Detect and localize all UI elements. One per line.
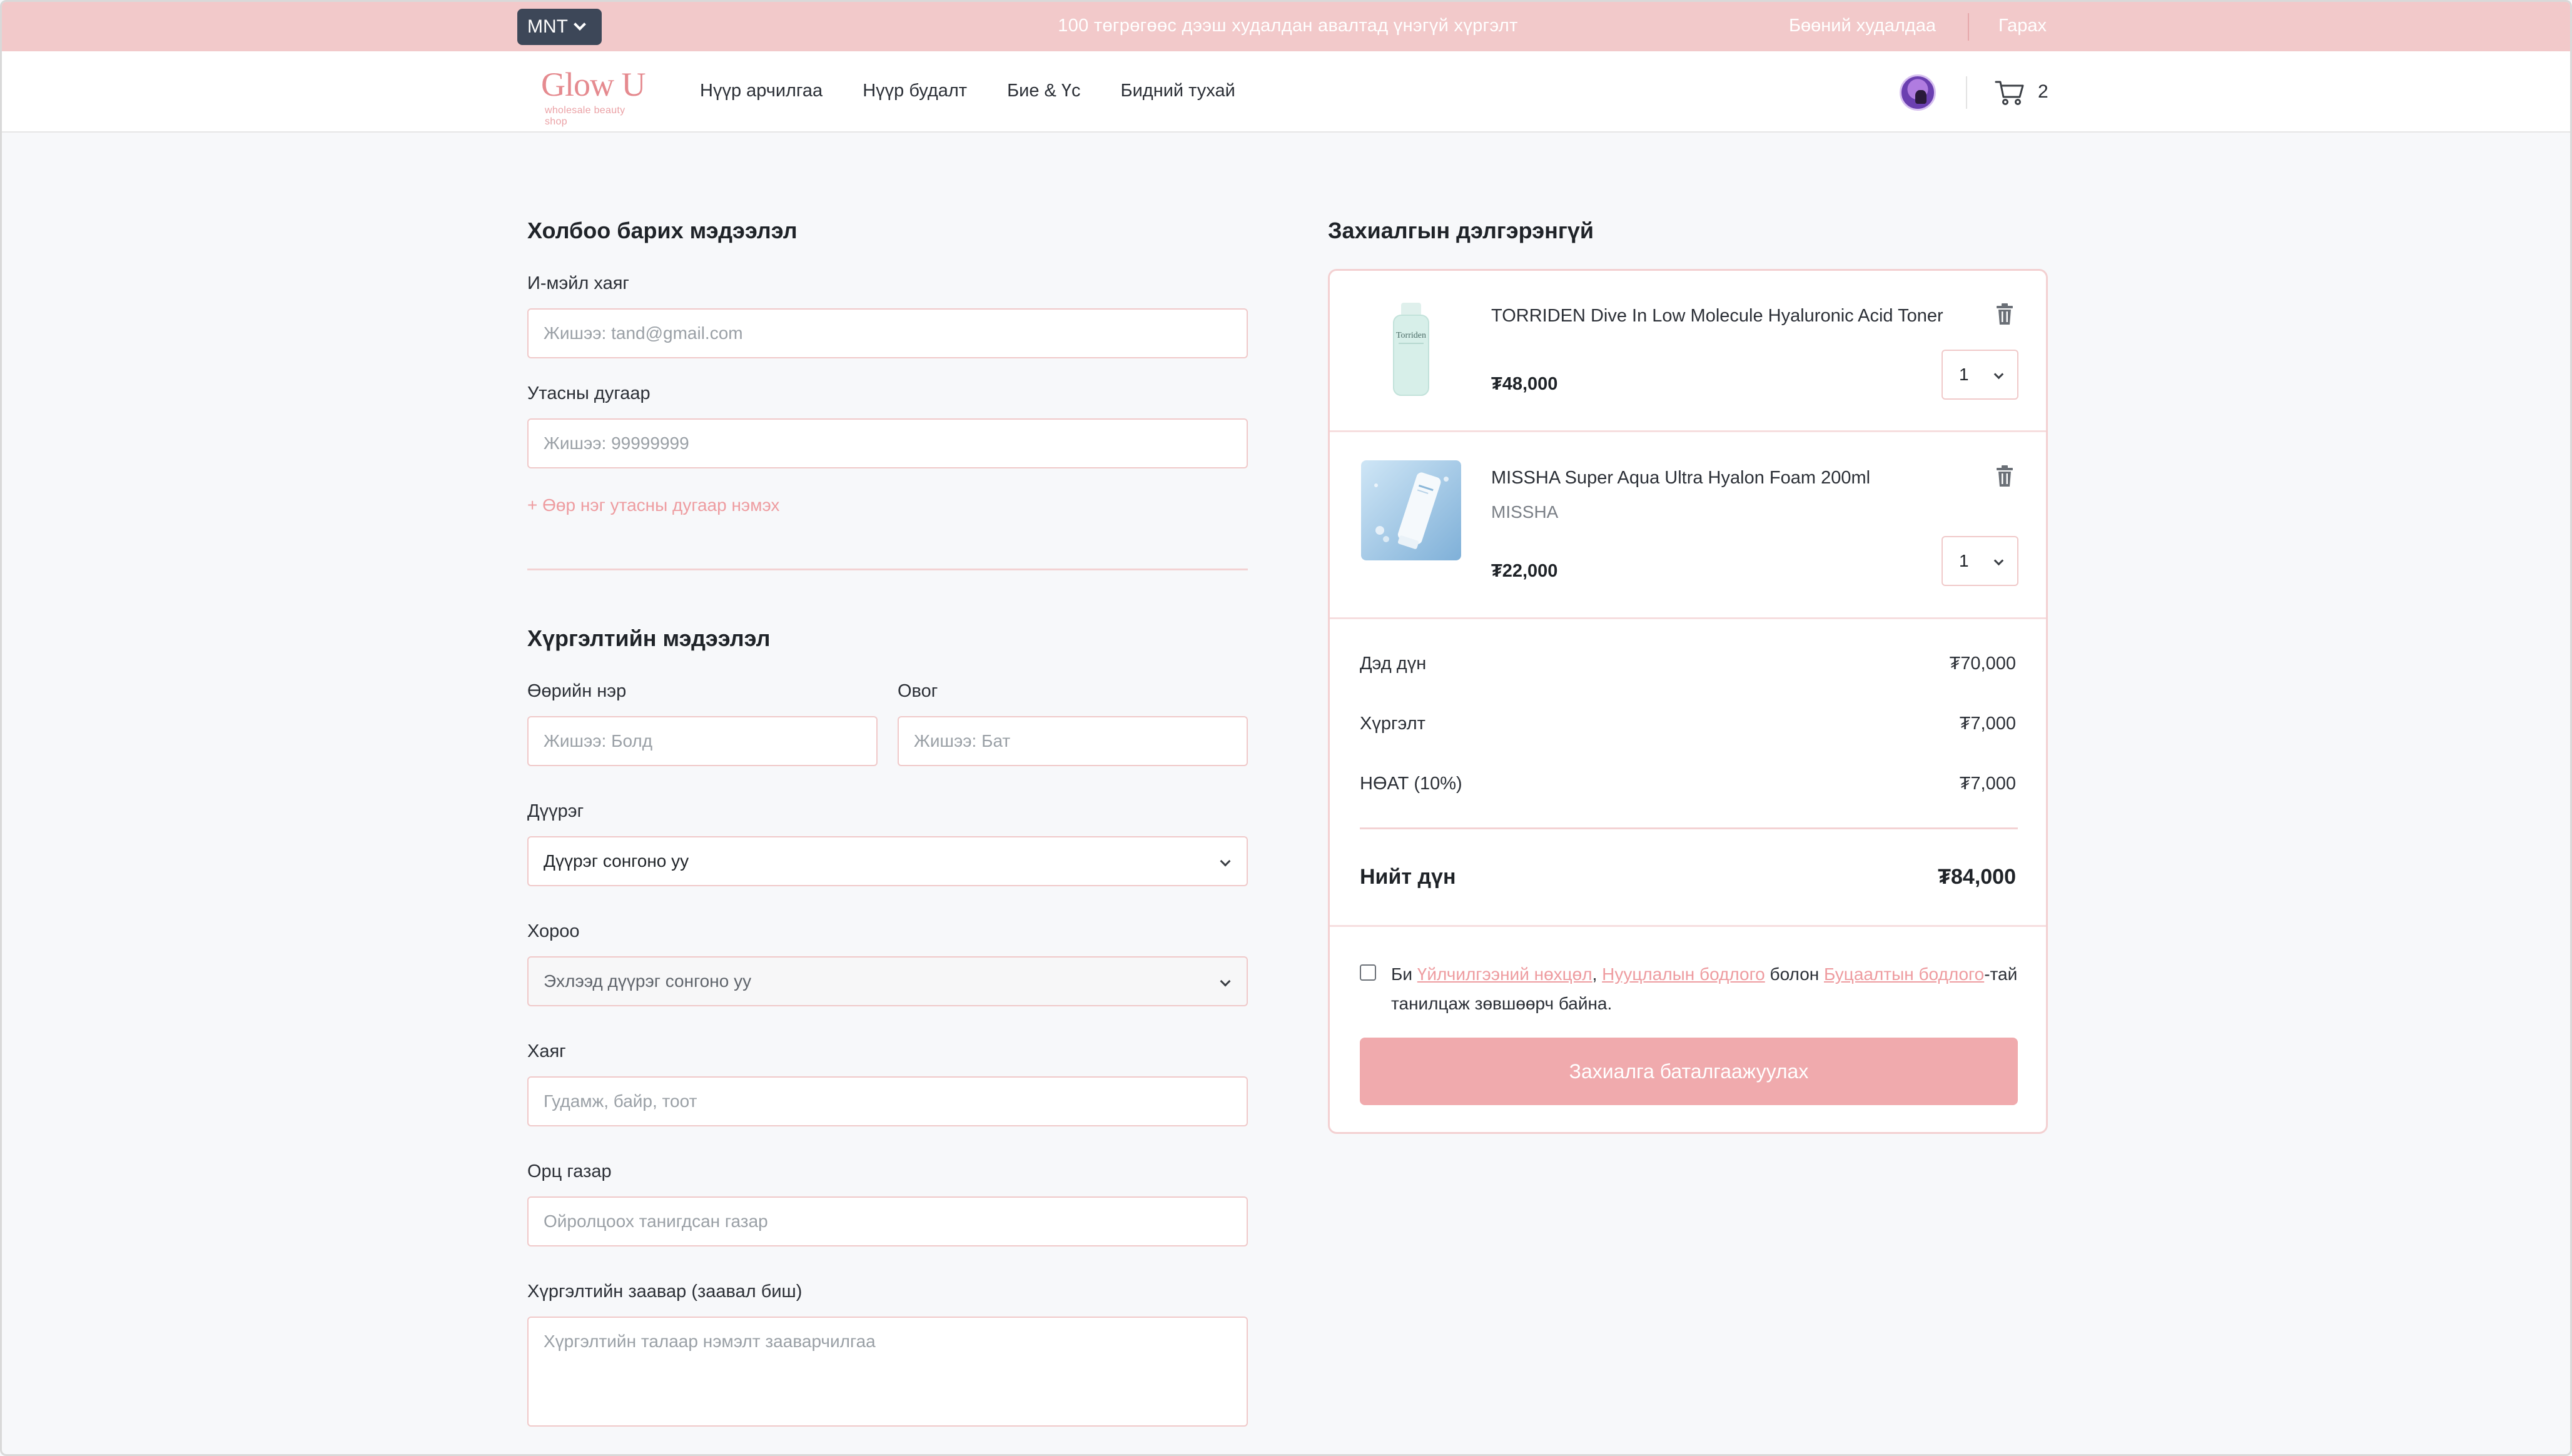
last-name-input[interactable]: [898, 716, 1248, 766]
quantity-value: 1: [1959, 365, 1969, 384]
district-select[interactable]: Дүүрэг сонгоно уу: [527, 836, 1248, 886]
order-summary-card: Torriden TORRIDEN Dive In Low Molecule H…: [1328, 269, 2048, 1134]
last-name-label: Овог: [898, 681, 938, 701]
subtotal-value: ₮70,000: [1949, 654, 2016, 674]
nav-item-about[interactable]: Бидний тухай: [1121, 81, 1235, 101]
logout-link[interactable]: Гарах: [1998, 16, 2047, 36]
wholesale-link[interactable]: Бөөний худалдаа: [1789, 16, 1936, 36]
confirm-order-button[interactable]: Захиалга баталгаажуулах: [1360, 1038, 2018, 1105]
list-item: Torriden TORRIDEN Dive In Low Molecule H…: [1330, 271, 2046, 430]
first-name-input[interactable]: [527, 716, 878, 766]
divider: [1330, 617, 2046, 619]
divider: [1968, 13, 1969, 41]
page-frame: MNT 100 төгрөгөөс дээш худалдан авалтад …: [0, 0, 2572, 1456]
email-label: И-мэйл хаяг: [527, 273, 629, 293]
cart-icon[interactable]: [1995, 79, 2025, 106]
district-label: Дүүрэг: [527, 801, 584, 821]
order-section-title: Захиалгын дэлгэрэнгүй: [1328, 218, 1594, 243]
instructions-textarea[interactable]: [527, 1317, 1248, 1427]
quantity-select[interactable]: 1: [1942, 536, 2018, 586]
item-name[interactable]: MISSHA Super Aqua Ultra Hyalon Foam 200m…: [1491, 468, 1870, 488]
vat-value: ₮7,000: [1959, 774, 2016, 794]
district-select-value: Дүүрэг сонгоно уу: [544, 851, 689, 871]
phone-label: Утасны дугаар: [527, 383, 651, 403]
list-item: MISSHA Super Aqua Ultra Hyalon Foam 200m…: [1330, 432, 2046, 617]
announcement-text: 100 төгрөгөөс дээш худалдан авалтад үнэг…: [1058, 16, 1518, 36]
terms-of-service-link[interactable]: Үйлчилгээний нөхцөл: [1417, 964, 1592, 984]
section-divider: [527, 569, 1248, 570]
terms-text-and: болон: [1764, 964, 1825, 984]
phone-input[interactable]: [527, 418, 1248, 468]
total-label: Нийт дүн: [1360, 865, 1456, 889]
terms-text-pre: Би: [1391, 964, 1417, 984]
avatar[interactable]: [1900, 74, 1936, 111]
item-price: ₮22,000: [1491, 561, 1558, 581]
nav-item-makeup[interactable]: Нүүр будалт: [863, 81, 967, 101]
product-thumbnail-label: Torriden: [1396, 331, 1426, 340]
refund-policy-link[interactable]: Буцаалтын бодлого: [1824, 964, 1984, 984]
announcement-bar: MNT 100 төгрөгөөс дээш худалдан авалтад …: [2, 2, 2570, 51]
trash-icon[interactable]: [1995, 465, 2014, 488]
logo-text: Glow U: [541, 66, 646, 103]
privacy-policy-link[interactable]: Нууцлалын бодлого: [1602, 964, 1765, 984]
quantity-value: 1: [1959, 551, 1969, 570]
chevron-down-icon: [1993, 555, 2004, 566]
first-name-label: Өөрийн нэр: [527, 681, 627, 701]
contact-section-title: Холбоо барих мэдээлэл: [527, 218, 797, 243]
item-name[interactable]: TORRIDEN Dive In Low Molecule Hyaluronic…: [1491, 306, 1943, 326]
chevron-down-icon: [1220, 856, 1231, 867]
item-price: ₮48,000: [1491, 374, 1558, 394]
divider: [1330, 925, 2046, 927]
address-input[interactable]: [527, 1076, 1248, 1126]
site-header: Glow U wholesale beauty shop Нүүр арчилг…: [2, 51, 2570, 133]
terms-checkbox[interactable]: [1360, 964, 1376, 981]
terms-text: Би Үйлчилгээний нөхцөл, Нууцлалын бодлог…: [1391, 959, 2023, 1018]
landmark-label: Орц газар: [527, 1161, 612, 1181]
nav-item-face-care[interactable]: Нүүр арчилгаа: [700, 81, 823, 101]
chevron-down-icon: [1993, 369, 2004, 380]
totals-divider: [1360, 827, 2018, 829]
quantity-select[interactable]: 1: [1942, 350, 2018, 400]
instructions-label: Хүргэлтийн заавар (заавал биш): [527, 1282, 802, 1302]
product-thumbnail[interactable]: [1361, 460, 1461, 560]
email-input[interactable]: [527, 308, 1248, 358]
terms-text-comma: ,: [1592, 964, 1602, 984]
vat-label: НӨАТ (10%): [1360, 774, 1462, 794]
khoroo-label: Хороо: [527, 921, 580, 941]
landmark-input[interactable]: [527, 1196, 1248, 1246]
shipping-label: Хүргэлт: [1360, 714, 1425, 734]
total-value: ₮84,000: [1938, 865, 2016, 889]
shipping-value: ₮7,000: [1959, 714, 2016, 734]
divider: [1966, 76, 1967, 109]
site-logo[interactable]: Glow U wholesale beauty shop: [541, 65, 647, 127]
nav-item-body-hair[interactable]: Бие & Үс: [1007, 81, 1080, 101]
khoroo-select-value: Эхлээд дүүрэг сонгоно уу: [544, 971, 752, 991]
item-brand: MISSHA: [1491, 502, 1559, 522]
trash-icon[interactable]: [1995, 303, 2014, 326]
cart-count: 2: [2038, 81, 2048, 102]
chevron-down-icon: [1220, 976, 1231, 987]
product-thumbnail[interactable]: Torriden: [1361, 299, 1461, 399]
add-phone-link[interactable]: + Өөр нэг утасны дугаар нэмэх: [527, 495, 779, 515]
subtotal-label: Дэд дүн: [1360, 654, 1427, 674]
logo-subtitle: wholesale beauty shop: [545, 105, 625, 127]
delivery-section-title: Хүргэлтийн мэдээлэл: [527, 625, 771, 651]
address-label: Хаяг: [527, 1041, 566, 1061]
main-nav: Нүүр арчилгаа Нүүр будалт Бие & Үс Бидни…: [700, 81, 1235, 101]
khoroo-select[interactable]: Эхлээд дүүрэг сонгоно уу: [527, 956, 1248, 1006]
